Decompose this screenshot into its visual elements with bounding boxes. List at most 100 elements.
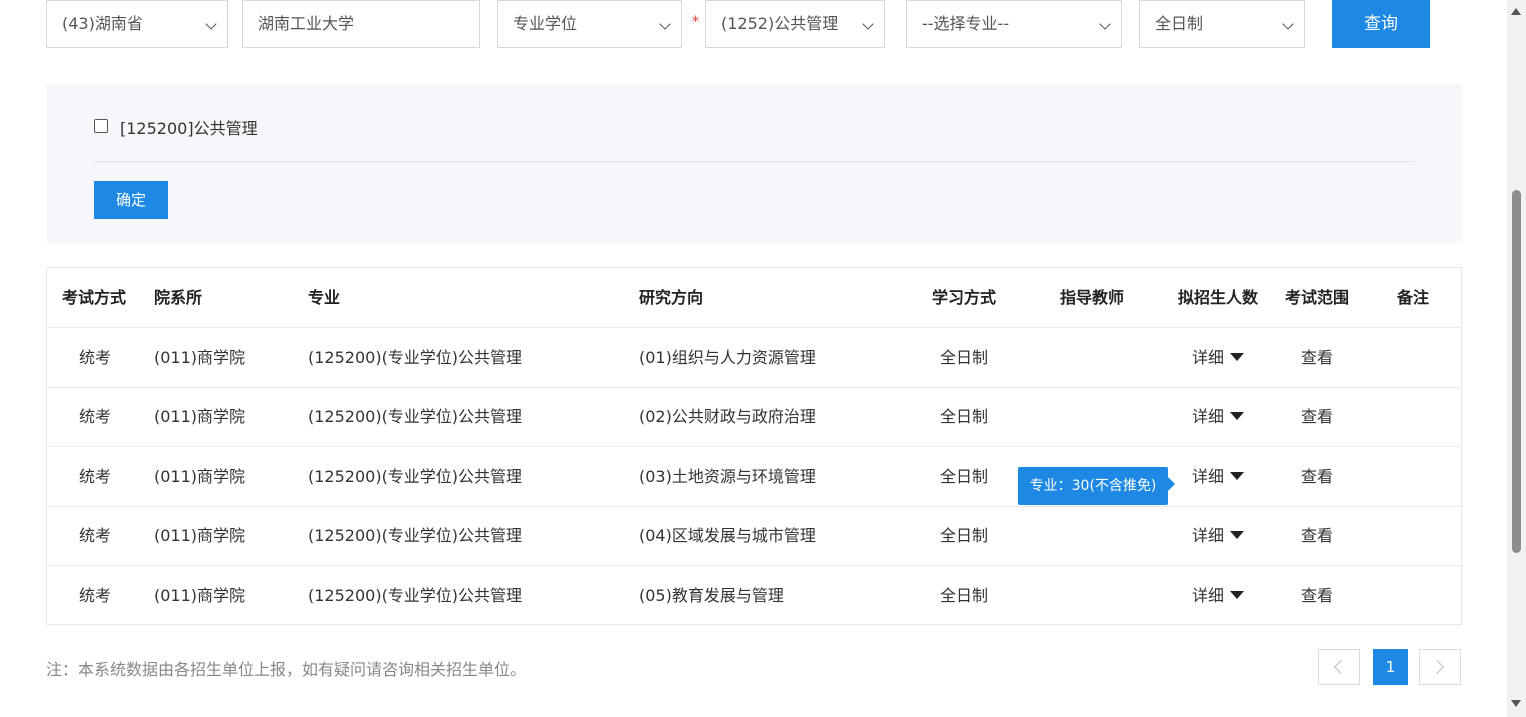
- tooltip-arrow: [1168, 477, 1175, 491]
- caret-down-icon: [1230, 411, 1244, 420]
- view-scope-link[interactable]: 查看: [1277, 387, 1357, 446]
- prev-page-button[interactable]: [1318, 649, 1360, 685]
- province-value: (43)湖南省: [62, 14, 143, 33]
- table-row: 统考 (011)商学院 (125200)(专业学位)公共管理 (02)公共财政与…: [47, 387, 1461, 447]
- header-mode: 学习方式: [931, 288, 996, 307]
- header-remark: 备注: [1396, 288, 1429, 307]
- results-table: 考试方式 院系所 专业 研究方向 学习方式 指导教师 拟招生人数 考试范围 备注…: [46, 267, 1462, 625]
- remark-cell: [1387, 387, 1439, 446]
- scrollbar-thumb[interactable]: [1512, 190, 1521, 553]
- mode-cell: 全日制: [939, 526, 988, 545]
- dept-cell: (011)商学院: [154, 407, 246, 426]
- exam-cell: 统考: [78, 526, 111, 545]
- scroll-down-icon[interactable]: [1511, 700, 1521, 707]
- mode-cell: 全日制: [939, 586, 988, 605]
- dept-cell: (011)商学院: [154, 467, 246, 486]
- quota-detail-label: 详细: [1191, 348, 1224, 367]
- next-page-button[interactable]: [1419, 649, 1461, 685]
- quota-detail-label: 详细: [1191, 467, 1224, 486]
- header-scope: 考试范围: [1284, 288, 1349, 307]
- page-number-current[interactable]: 1: [1373, 649, 1408, 685]
- view-scope-link[interactable]: 查看: [1277, 447, 1357, 506]
- major-selection-panel: [125200]公共管理 确定: [46, 84, 1462, 243]
- quota-detail-toggle[interactable]: 详细: [1163, 447, 1273, 506]
- quota-detail-label: 详细: [1191, 586, 1224, 605]
- major-option-label[interactable]: [125200]公共管理: [120, 115, 258, 139]
- major-checkbox[interactable]: [94, 119, 108, 133]
- caret-down-icon: [1230, 530, 1244, 539]
- exam-cell: 统考: [78, 586, 111, 605]
- dept-cell: (011)商学院: [154, 526, 246, 545]
- major-cell: (125200)(专业学位)公共管理: [308, 467, 523, 486]
- advisor-cell: [1037, 566, 1147, 625]
- header-dept: 院系所: [154, 288, 203, 307]
- chevron-down-icon: [862, 18, 874, 30]
- exam-cell: 统考: [78, 348, 111, 367]
- school-value: 湖南工业大学: [258, 14, 355, 33]
- chevron-right-icon: [1429, 659, 1445, 675]
- quota-detail-toggle[interactable]: 详细: [1163, 566, 1273, 625]
- mode-cell: 全日制: [939, 467, 988, 486]
- advisor-cell: [1037, 387, 1147, 446]
- major-value: --选择专业--: [922, 14, 1010, 33]
- major-cell: (125200)(专业学位)公共管理: [308, 526, 523, 545]
- quota-tooltip: 专业：30(不含推免): [1018, 467, 1175, 505]
- view-scope-link[interactable]: 查看: [1277, 566, 1357, 625]
- quota-detail-toggle[interactable]: 详细: [1163, 387, 1273, 446]
- chevron-down-icon: [1282, 18, 1294, 30]
- discipline-select[interactable]: (1252)公共管理: [705, 0, 885, 48]
- query-button[interactable]: 查询: [1332, 0, 1430, 48]
- view-scope-link[interactable]: 查看: [1277, 506, 1357, 565]
- table-row: 统考 (011)商学院 (125200)(专业学位)公共管理 (05)教育发展与…: [47, 566, 1461, 626]
- caret-down-icon: [1230, 590, 1244, 599]
- quota-detail-toggle[interactable]: 详细: [1163, 328, 1273, 387]
- study-mode-select[interactable]: 全日制: [1139, 0, 1305, 48]
- quota-detail-toggle[interactable]: 详细: [1163, 506, 1273, 565]
- table-row: 统考 (011)商学院 (125200)(专业学位)公共管理 (01)组织与人力…: [47, 328, 1461, 388]
- header-quota: 拟招生人数: [1177, 288, 1258, 307]
- caret-down-icon: [1230, 352, 1244, 361]
- header-exam: 考试方式: [62, 288, 127, 307]
- dept-cell: (011)商学院: [154, 348, 246, 367]
- divider: [94, 161, 1414, 162]
- major-cell: (125200)(专业学位)公共管理: [308, 348, 523, 367]
- header-major: 专业: [308, 288, 341, 307]
- degree-type-select[interactable]: 专业学位: [497, 0, 682, 48]
- direction-cell: (01)组织与人力资源管理: [639, 348, 816, 367]
- province-select[interactable]: (43)湖南省: [46, 0, 228, 48]
- major-select[interactable]: --选择专业--: [906, 0, 1122, 48]
- footer-note: 注：本系统数据由各招生单位上报，如有疑问请咨询相关招生单位。: [46, 660, 527, 679]
- direction-cell: (02)公共财政与政府治理: [639, 407, 816, 426]
- confirm-button[interactable]: 确定: [94, 181, 168, 219]
- direction-cell: (05)教育发展与管理: [639, 586, 784, 605]
- advisor-cell: [1037, 506, 1147, 565]
- exam-cell: 统考: [78, 467, 111, 486]
- header-advisor: 指导教师: [1059, 288, 1124, 307]
- chevron-down-icon: [205, 18, 217, 30]
- chevron-down-icon: [659, 18, 671, 30]
- mode-cell: 全日制: [939, 407, 988, 426]
- table-header-row: 考试方式 院系所 专业 研究方向 学习方式 指导教师 拟招生人数 考试范围 备注: [47, 268, 1461, 328]
- filter-bar: (43)湖南省 湖南工业大学 专业学位 * (1252)公共管理 --选择专业-…: [0, 0, 1500, 48]
- remark-cell: [1387, 447, 1439, 506]
- chevron-down-icon: [1099, 18, 1111, 30]
- chevron-left-icon: [1333, 659, 1349, 675]
- header-direction: 研究方向: [639, 288, 704, 307]
- quota-detail-label: 详细: [1191, 407, 1224, 426]
- scroll-up-icon[interactable]: [1511, 8, 1521, 15]
- required-mark: *: [692, 14, 699, 30]
- vertical-scrollbar[interactable]: [1507, 0, 1526, 717]
- study-mode-value: 全日制: [1155, 14, 1204, 33]
- advisor-cell: [1037, 328, 1147, 387]
- dept-cell: (011)商学院: [154, 586, 246, 605]
- quota-detail-label: 详细: [1191, 526, 1224, 545]
- view-scope-link[interactable]: 查看: [1277, 328, 1357, 387]
- degree-type-value: 专业学位: [513, 14, 578, 33]
- remark-cell: [1387, 566, 1439, 625]
- direction-cell: (03)土地资源与环境管理: [639, 467, 816, 486]
- caret-down-icon: [1230, 471, 1244, 480]
- discipline-value: (1252)公共管理: [721, 14, 839, 33]
- major-cell: (125200)(专业学位)公共管理: [308, 407, 523, 426]
- table-row: 统考 (011)商学院 (125200)(专业学位)公共管理 (03)土地资源与…: [47, 447, 1461, 507]
- school-input[interactable]: 湖南工业大学: [242, 0, 480, 48]
